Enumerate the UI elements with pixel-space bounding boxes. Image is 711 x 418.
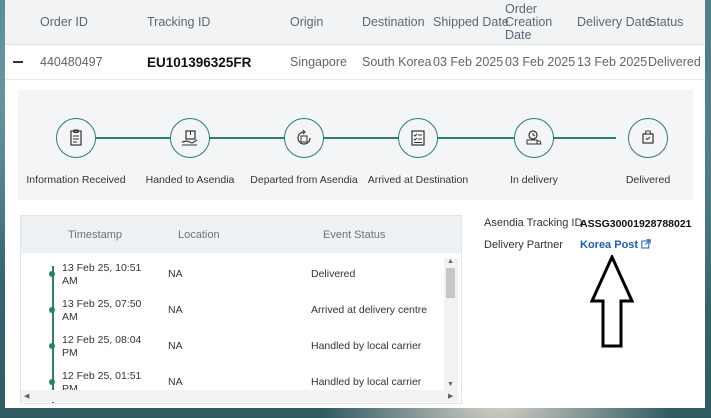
event-status: Arrived at delivery centre	[311, 304, 428, 316]
tracking-id: EU101396325FR	[147, 54, 252, 70]
col-order-creation-date: Order Creation Date	[505, 1, 553, 42]
event-location: NA	[168, 304, 183, 316]
step-label-handed-to-asendia: Handed to Asendia	[145, 174, 235, 186]
col-destination: Destination	[362, 14, 425, 29]
timeline-dot	[49, 307, 55, 313]
tracking-id-label: Asendia Tracking ID	[484, 217, 583, 229]
annotation-arrow-icon	[590, 255, 634, 348]
col-delivery-date: Delivery Date	[577, 14, 653, 29]
events-header: Timestamp Location Event Status	[21, 216, 461, 253]
col-tracking-id: Tracking ID	[147, 14, 211, 29]
event-location: NA	[168, 268, 183, 280]
step-label-departed-from-asendia: Departed from Asendia	[250, 174, 358, 186]
timeline-dot	[49, 271, 55, 277]
timeline-dot	[49, 379, 55, 385]
scroll-left-icon[interactable]: ◀	[24, 392, 29, 400]
clipboard-icon	[56, 118, 96, 158]
events-col-status: Event Status	[323, 228, 386, 241]
event-row: 13 Feb 25, 10:51 AM NA Delivered	[21, 256, 443, 292]
delivery-partner-label: Delivery Partner	[484, 239, 563, 251]
step-label-arrived-at-destination: Arrived at Destination	[367, 174, 469, 186]
event-row: 12 Feb 25, 08:04 PM NA Handled by local …	[21, 328, 443, 364]
events-table: Timestamp Location Event Status 13 Feb 2…	[20, 215, 462, 404]
event-timestamp: 13 Feb 25, 10:51 AM	[62, 262, 142, 287]
status: Delivered	[648, 55, 701, 69]
delivery-truck-icon	[514, 118, 554, 158]
delivery-date: 13 Feb 2025	[577, 55, 648, 69]
event-timestamp: 12 Feb 25, 08:04 PM	[62, 334, 142, 359]
tracking-id-value: ASSG30001928788021	[580, 218, 692, 230]
horizontal-scrollbar[interactable]: ◀ ▶	[21, 390, 459, 402]
col-status: Status	[648, 14, 684, 29]
checklist-icon	[398, 118, 438, 158]
origin: Singapore	[290, 55, 347, 69]
delivered-box-icon	[628, 118, 668, 158]
progress-tracker: Information Received Handed to Asendia D…	[18, 90, 693, 200]
step-label-in-delivery: In delivery	[510, 174, 558, 186]
col-shipped-date: Shipped Date	[433, 14, 509, 29]
events-col-location: Location	[178, 228, 220, 241]
scrollbar-thumb[interactable]	[446, 268, 455, 298]
delivery-partner-link[interactable]: Korea Post	[580, 239, 651, 251]
scroll-up-icon[interactable]: ▲	[447, 258, 454, 265]
order-id: 440480497	[40, 55, 103, 69]
destination: South Korea	[362, 55, 432, 69]
scroll-right-icon[interactable]: ▶	[448, 392, 453, 400]
col-origin: Origin	[290, 14, 324, 29]
step-label-delivered: Delivered	[625, 174, 671, 186]
event-location: NA	[168, 376, 183, 388]
event-status: Handled by local carrier	[311, 376, 422, 388]
tracking-card: Order ID Tracking ID Origin Destination …	[5, 0, 705, 408]
events-col-timestamp: Timestamp	[68, 228, 122, 241]
box-arrow-icon	[284, 118, 324, 158]
col-order-id: Order ID	[40, 14, 88, 29]
event-location: NA	[168, 340, 183, 352]
timeline-dot	[49, 343, 55, 349]
event-status: Handled by local carrier	[311, 340, 422, 352]
table-header: Order ID Tracking ID Origin Destination …	[5, 0, 705, 45]
scroll-down-icon[interactable]: ▼	[447, 381, 454, 388]
shipped-date: 03 Feb 2025	[433, 55, 504, 69]
order-creation-date: 03 Feb 2025	[505, 55, 576, 69]
delivery-partner-value[interactable]: Korea Post	[580, 239, 638, 251]
table-row[interactable]: 440480497 EU101396325FR Singapore South …	[5, 45, 705, 80]
event-status: Delivered	[311, 268, 356, 280]
package-hand-icon	[170, 118, 210, 158]
vertical-scrollbar[interactable]: ▲ ▼	[444, 258, 458, 390]
event-timestamp: 13 Feb 25, 07:50 AM	[62, 298, 142, 323]
external-link-icon[interactable]	[641, 239, 651, 249]
collapse-icon[interactable]	[13, 61, 23, 63]
step-label-information-received: Information Received	[26, 174, 126, 186]
event-row: 13 Feb 25, 07:50 AM NA Arrived at delive…	[21, 292, 443, 328]
